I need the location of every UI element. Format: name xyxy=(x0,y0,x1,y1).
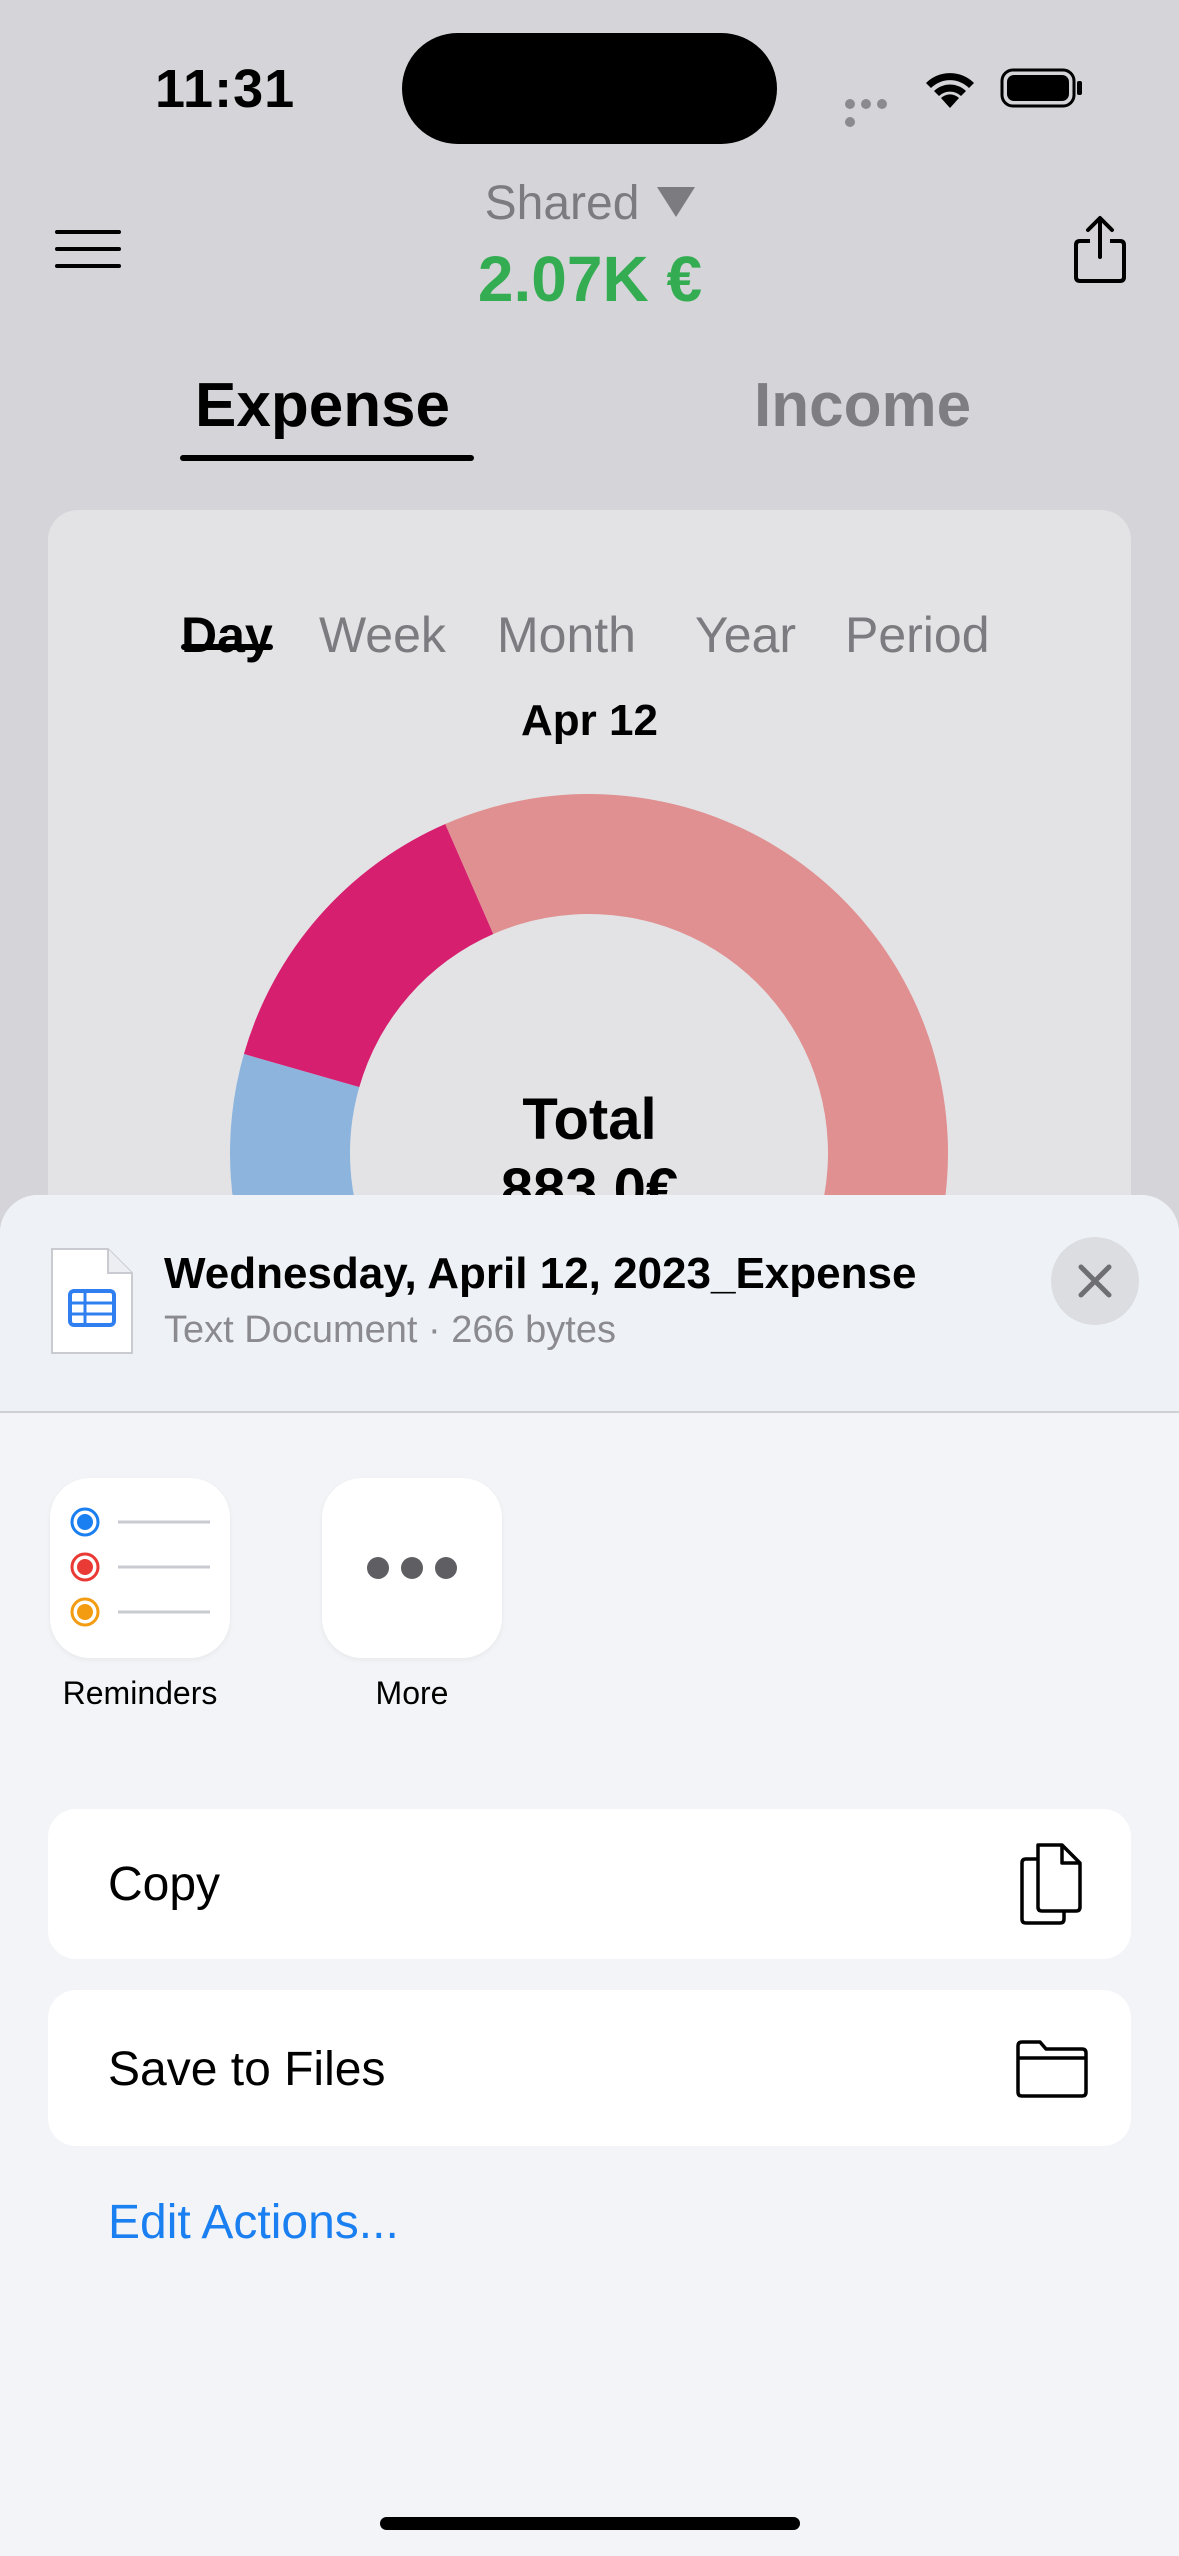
home-indicator xyxy=(380,2517,800,2530)
more-apps-button[interactable] xyxy=(322,1478,502,1658)
status-time: 11:31 xyxy=(155,59,296,119)
more-icon xyxy=(367,1557,457,1579)
cellular-signal-icon xyxy=(845,96,905,127)
account-selector[interactable]: Shared xyxy=(420,176,760,231)
folder-icon xyxy=(1016,2040,1088,2098)
close-button[interactable] xyxy=(1051,1237,1139,1325)
wifi-icon xyxy=(926,73,974,108)
reminders-icon xyxy=(70,1507,210,1627)
donut-slice-0[interactable] xyxy=(243,824,494,1088)
copy-action-label: Copy xyxy=(108,1858,221,1911)
share-file-info: Text Document · 266 bytes xyxy=(164,1309,616,1351)
edit-actions-link[interactable]: Edit Actions... xyxy=(108,2195,399,2250)
account-name: Shared xyxy=(484,177,640,230)
tab-expense[interactable]: Expense xyxy=(195,370,450,441)
tab-selected-indicator xyxy=(180,455,474,461)
battery-icon xyxy=(1000,68,1082,108)
close-icon xyxy=(1078,1264,1112,1298)
save-to-files-action[interactable]: Save to Files xyxy=(48,1990,1131,2146)
chart-total-label: Total xyxy=(522,1087,657,1152)
more-apps-label: More xyxy=(375,1675,449,1711)
share-sheet: Wednesday, April 12, 2023_Expense Text D… xyxy=(0,1195,1179,2556)
tab-income[interactable]: Income xyxy=(754,370,971,441)
reminders-app-button[interactable] xyxy=(50,1478,230,1658)
spreadsheet-document-icon xyxy=(51,1248,133,1354)
balance-amount: 2.07K € xyxy=(477,243,703,315)
copy-action[interactable]: Copy xyxy=(48,1809,1131,1959)
share-icon[interactable] xyxy=(1072,213,1128,285)
dropdown-triangle-icon xyxy=(657,187,696,218)
share-sheet-header: Wednesday, April 12, 2023_Expense Text D… xyxy=(0,1195,1179,1413)
reminders-app-label: Reminders xyxy=(62,1675,218,1711)
hamburger-menu-icon[interactable] xyxy=(55,230,121,270)
save-to-files-label: Save to Files xyxy=(108,2043,386,2096)
copy-icon xyxy=(1020,1843,1082,1925)
dynamic-island xyxy=(402,33,777,144)
share-file-name: Wednesday, April 12, 2023_Expense xyxy=(164,1249,917,1298)
